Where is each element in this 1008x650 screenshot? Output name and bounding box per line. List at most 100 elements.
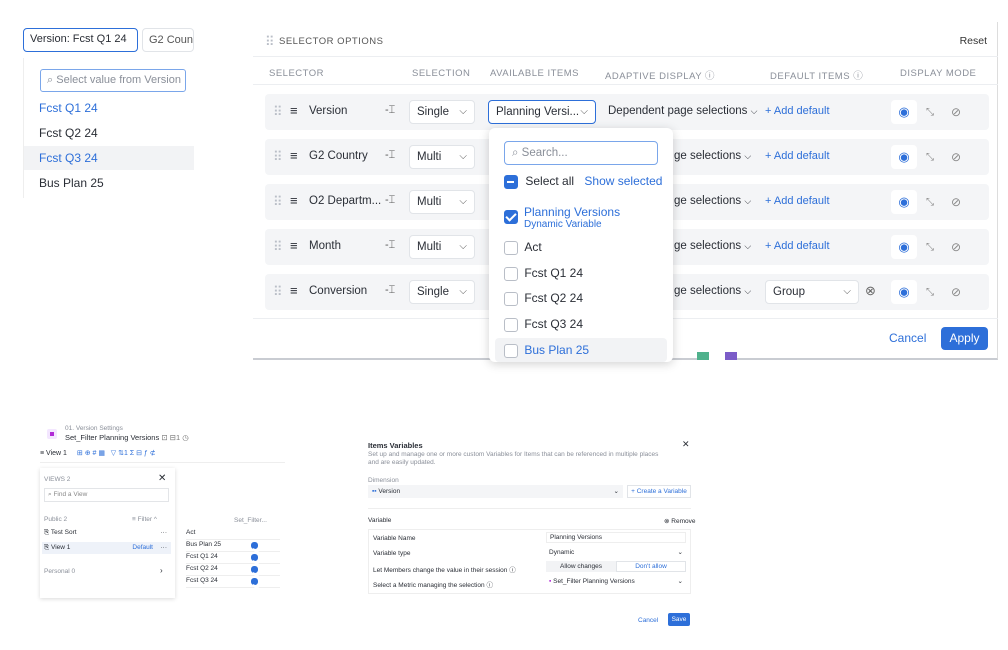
create-variable-button[interactable]: + Create a Variable <box>627 485 691 498</box>
info-icon[interactable]: ⓘ <box>509 567 516 574</box>
dropdown-item[interactable]: Bus Plan 25 <box>495 338 667 362</box>
display-mode-toggles: ◉ ⤡ ⊘ <box>891 234 969 260</box>
eye-icon[interactable]: ◉ <box>891 235 917 259</box>
apply-button[interactable]: Apply <box>941 327 988 350</box>
dropdown-item[interactable]: Act <box>504 240 542 255</box>
drag-handle-icon[interactable]: ⠿ <box>273 149 282 165</box>
drag-handle-icon[interactable]: ⠿ <box>273 284 282 300</box>
cancel-button[interactable]: Cancel <box>889 331 926 345</box>
version-picker-button[interactable]: Version: Fcst Q1 24 ⌄ <box>23 28 138 65</box>
dropdown-item[interactable]: Fcst Q3 24 <box>504 317 583 332</box>
eye-off-icon[interactable]: ⊘ <box>943 240 969 254</box>
version-option[interactable]: Bus Plan 25 <box>24 171 194 195</box>
variable-name-input[interactable]: Planning Versions <box>546 532 686 543</box>
adaptive-display-select[interactable]: ge selections ⌵ <box>674 150 751 162</box>
selection-select[interactable]: Single ⌵ <box>409 280 475 304</box>
item-checkbox[interactable] <box>504 317 518 332</box>
eye-icon[interactable]: ◉ <box>891 100 917 124</box>
find-view-input[interactable]: ⌕ Find a View <box>44 488 169 502</box>
grid-checkbox[interactable] <box>251 554 258 561</box>
allow-changes-option[interactable]: Allow changes <box>546 561 616 572</box>
item-checkbox[interactable] <box>504 266 518 281</box>
compress-icon[interactable]: ⤡ <box>917 287 943 298</box>
selection-select[interactable]: Multi ⌵ <box>409 145 475 169</box>
grid-checkbox[interactable] <box>251 542 258 549</box>
compress-icon[interactable]: ⤡ <box>917 152 943 163</box>
search-icon: ⌕ <box>47 74 54 86</box>
select-all-checkbox[interactable] <box>504 174 518 189</box>
info-icon[interactable]: ⓘ <box>486 582 493 589</box>
item-checkbox[interactable] <box>504 291 518 306</box>
version-option[interactable]: Fcst Q3 24 <box>24 146 194 170</box>
info-icon[interactable]: ⓘ <box>853 71 863 82</box>
views-header: VIEWS 2 <box>44 476 71 483</box>
eye-icon[interactable]: ◉ <box>891 280 917 304</box>
dialog-save-button[interactable]: Save <box>668 613 690 626</box>
drag-handle-icon[interactable]: ⠿ <box>273 239 282 255</box>
item-checkbox[interactable] <box>504 210 518 224</box>
grid-checkbox[interactable] <box>251 566 258 573</box>
clear-circle-icon[interactable]: ⊗ <box>865 283 876 299</box>
add-default-button[interactable]: + Add default <box>765 105 830 117</box>
dimension-select[interactable]: ▪▪ Version ⌄ <box>368 485 623 498</box>
dialog-cancel-button[interactable]: Cancel <box>638 617 658 624</box>
item-checkbox[interactable] <box>504 240 518 255</box>
drag-handle-icon[interactable]: ⠿ <box>273 194 282 210</box>
filter-button[interactable]: ≡ Filter ^ <box>132 516 157 523</box>
compress-icon[interactable]: ⤡ <box>917 107 943 118</box>
reset-button[interactable]: Reset <box>960 35 987 47</box>
dropdown-item[interactable]: Fcst Q1 24 <box>504 266 583 281</box>
eye-icon[interactable]: ◉ <box>891 145 917 169</box>
compress-icon[interactable]: ⤡ <box>917 197 943 208</box>
chevron-right-icon[interactable]: › <box>160 566 163 575</box>
metric-select[interactable]: ▪ Set_Filter Planning Versions ⌄ <box>546 576 686 587</box>
dont-allow-option[interactable]: Don't allow <box>616 561 686 572</box>
eye-off-icon[interactable]: ⊘ <box>943 150 969 164</box>
select-all-row[interactable]: Select all Show selected <box>504 173 662 189</box>
info-icon[interactable]: ⓘ <box>705 71 715 82</box>
eye-off-icon[interactable]: ⊘ <box>943 105 969 119</box>
add-default-button[interactable]: + Add default <box>765 195 830 207</box>
selection-select[interactable]: Multi ⌵ <box>409 190 475 214</box>
add-default-button[interactable]: + Add default <box>765 150 830 162</box>
version-option-label: Fcst Q1 24 <box>39 101 98 115</box>
drag-handle-icon[interactable]: ⠿ <box>273 104 282 120</box>
add-default-button[interactable]: + Add default <box>765 240 830 252</box>
version-option[interactable]: Fcst Q1 24 <box>24 96 194 120</box>
selection-select[interactable]: Multi ⌵ <box>409 235 475 259</box>
eye-off-icon[interactable]: ⊘ <box>943 195 969 209</box>
default-group-select[interactable]: Group ⌵ <box>765 280 859 304</box>
version-option[interactable]: Fcst Q2 24 <box>24 121 194 145</box>
remove-button[interactable]: ⊗ Remove <box>664 517 695 525</box>
more-icon[interactable]: ··· <box>161 529 168 536</box>
eye-icon[interactable]: ◉ <box>891 190 917 214</box>
more-icon[interactable]: ··· <box>161 542 168 554</box>
view-item[interactable]: ⎘ Test Sort ··· <box>44 529 171 537</box>
grid-checkbox[interactable] <box>251 578 258 585</box>
available-items-select[interactable]: Planning Versi... ⌵ <box>488 100 596 124</box>
menu-icon[interactable]: ≡ <box>40 450 44 457</box>
dropdown-search-input[interactable]: ⌕ Search... <box>504 141 658 165</box>
compress-icon[interactable]: ⤡ <box>917 242 943 253</box>
item-checkbox[interactable] <box>504 343 518 358</box>
dropdown-item[interactable]: Planning Versions Dynamic Variable <box>504 205 620 230</box>
adaptive-display-select[interactable]: ge selections ⌵ <box>674 240 751 252</box>
version-search-input[interactable]: ⌕ Select value from Version <box>40 69 186 92</box>
close-icon[interactable]: ✕ <box>158 473 166 484</box>
view-item[interactable]: ⎘ View 1 Default ··· <box>42 542 171 554</box>
eye-off-icon[interactable]: ⊘ <box>943 285 969 299</box>
drag-handle-icon[interactable]: ⠿ <box>265 34 274 50</box>
filter-chip[interactable]: G2 Countr <box>142 28 194 52</box>
close-icon[interactable]: ✕ <box>682 439 690 450</box>
public-section: Public 2 <box>44 516 68 523</box>
selection-select[interactable]: Single ⌵ <box>409 100 475 124</box>
toolbar-icons[interactable]: ⊞ ⊕ # ▦ ▽ ⇅1 Σ ⊟ ƒ ⊄ <box>77 450 156 457</box>
adaptive-display-select[interactable]: Dependent page selections ⌵ <box>608 105 757 117</box>
variable-type-select[interactable]: Dynamic ⌄ <box>546 547 686 558</box>
view-dropdown[interactable]: View 1 <box>46 450 67 457</box>
adaptive-display-select[interactable]: ge selections ⌵ <box>674 195 751 207</box>
adaptive-display-select[interactable]: ge selections ⌵ <box>674 285 751 297</box>
show-selected-link[interactable]: Show selected <box>584 174 662 188</box>
dropdown-item[interactable]: Fcst Q2 24 <box>504 291 583 306</box>
views-panel: VIEWS 2 ✕ ⌕ Find a View Public 2 ≡ Filte… <box>40 468 175 598</box>
